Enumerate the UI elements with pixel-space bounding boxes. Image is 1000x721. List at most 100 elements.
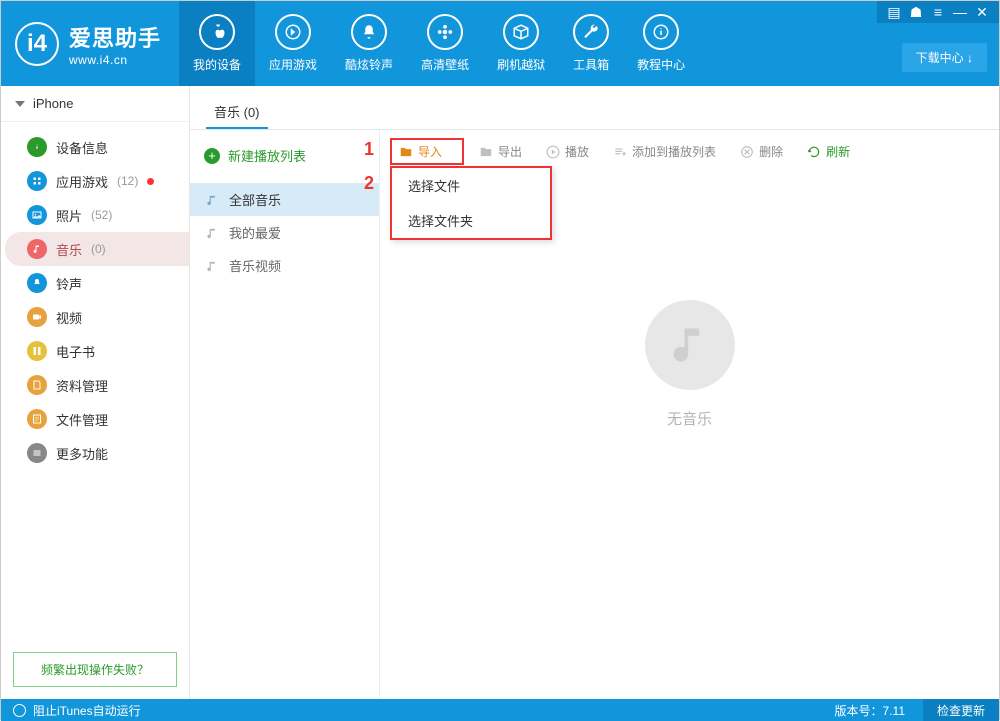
sidebar-label: 音乐 <box>56 240 82 259</box>
faq-button[interactable]: 频繁出现操作失败？ <box>13 652 177 687</box>
music-empty-icon <box>645 300 735 390</box>
empty-state: 无音乐 <box>380 300 999 429</box>
nav-flower[interactable]: 高清壁纸 <box>407 1 483 86</box>
close-button[interactable]: ✕ <box>971 4 993 21</box>
sidebar-label: 文件管理 <box>56 410 108 429</box>
nav-wrench[interactable]: 工具箱 <box>559 1 623 86</box>
song-column: 1 2 导入 导出 播放 <box>380 130 999 699</box>
refresh-button[interactable]: 刷新 <box>798 138 859 165</box>
nav-label: 我的设备 <box>193 56 241 73</box>
music-note-icon <box>204 258 220 274</box>
playlist-item[interactable]: 我的最爱 <box>190 216 379 249</box>
video-icon <box>27 307 47 327</box>
export-icon <box>479 145 493 159</box>
sidebar-item-apps[interactable]: 应用游戏 (12) <box>5 164 189 198</box>
playlist-column: + 新建播放列表 全部音乐我的最爱音乐视频 <box>190 130 380 699</box>
chat-icon[interactable]: ▤ <box>883 4 905 21</box>
sidebar-label: 更多功能 <box>56 444 108 463</box>
block-itunes-label[interactable]: 阻止iTunes自动运行 <box>33 702 141 719</box>
device-selector[interactable]: iPhone <box>1 86 189 122</box>
content: 音乐 (0) + 新建播放列表 全部音乐我的最爱音乐视频 1 2 导入 <box>190 86 999 699</box>
sidebar-item-file[interactable]: 文件管理 <box>5 402 189 436</box>
logo: i4 爱思助手 www.i4.cn <box>1 1 179 86</box>
delete-label: 删除 <box>759 143 783 160</box>
sidebar-label: 电子书 <box>56 342 95 361</box>
music-icon <box>27 239 47 259</box>
sidebar-item-music[interactable]: 音乐 (0) <box>5 232 189 266</box>
export-label: 导出 <box>498 143 522 160</box>
delete-icon <box>740 145 754 159</box>
dropdown-select-file[interactable]: 选择文件 <box>392 168 550 203</box>
flower-icon <box>427 14 463 50</box>
apple-icon <box>199 14 235 50</box>
playlist-label: 全部音乐 <box>229 190 281 209</box>
add-to-playlist-button[interactable]: 添加到播放列表 <box>604 138 725 165</box>
nav-label: 刷机越狱 <box>497 56 545 73</box>
sidebar-label: 应用游戏 <box>56 172 108 191</box>
import-icon <box>399 145 413 159</box>
sidebar-item-bell[interactable]: 铃声 <box>5 266 189 300</box>
app-header: i4 爱思助手 www.i4.cn 我的设备 应用游戏 酷炫铃声高清壁纸刷机越狱 工具… <box>1 1 999 86</box>
nav-label: 酷炫铃声 <box>345 56 393 73</box>
tab-music[interactable]: 音乐 (0) <box>206 96 268 129</box>
sidebar-item-video[interactable]: 视频 <box>5 300 189 334</box>
sidebar-item-info[interactable]: 设备信息 <box>5 130 189 164</box>
nav-label: 教程中心 <box>637 56 685 73</box>
sidebar-item-photo[interactable]: 照片 (52) <box>5 198 189 232</box>
dropdown-select-folder[interactable]: 选择文件夹 <box>392 203 550 238</box>
wrench-icon <box>573 14 609 50</box>
check-update-button[interactable]: 检查更新 <box>923 699 999 721</box>
nav-info[interactable]: 教程中心 <box>623 1 699 86</box>
logo-icon: i4 <box>15 22 59 66</box>
chevron-down-icon <box>15 101 25 107</box>
playlist-item[interactable]: 音乐视频 <box>190 249 379 282</box>
play-button[interactable]: 播放 <box>537 138 598 165</box>
shirt-icon[interactable]: ☗ <box>905 4 927 21</box>
play-label: 播放 <box>565 143 589 160</box>
sidebar-label: 视频 <box>56 308 82 327</box>
nav-box[interactable]: 刷机越狱 <box>483 1 559 86</box>
sidebar-label: 资料管理 <box>56 376 108 395</box>
sidebar-count: (12) <box>117 174 138 188</box>
menu-icon[interactable]: ≡ <box>927 4 949 20</box>
file-icon <box>27 409 47 429</box>
nav-bell[interactable]: 酷炫铃声 <box>331 1 407 86</box>
nav-label: 工具箱 <box>573 56 609 73</box>
sidebar-label: 铃声 <box>56 274 82 293</box>
box-icon <box>503 14 539 50</box>
sidebar-item-more[interactable]: 更多功能 <box>5 436 189 470</box>
music-note-icon <box>204 225 220 241</box>
block-itunes-icon[interactable] <box>13 704 26 717</box>
play-icon <box>546 145 560 159</box>
import-button[interactable]: 导入 <box>390 138 464 165</box>
sidebar-label: 设备信息 <box>56 138 108 157</box>
download-center-button[interactable]: 下载中心 ↓ <box>902 43 987 72</box>
new-playlist-button[interactable]: + 新建播放列表 <box>190 140 379 171</box>
delete-button[interactable]: 删除 <box>731 138 792 165</box>
sidebar-item-book[interactable]: 电子书 <box>5 334 189 368</box>
notification-dot <box>147 178 154 185</box>
window-controls: ▤ ☗ ≡ — ✕ <box>877 1 999 23</box>
sidebar-item-data[interactable]: 资料管理 <box>5 368 189 402</box>
sidebar-count: (0) <box>91 242 106 256</box>
book-icon <box>27 341 47 361</box>
minimize-button[interactable]: — <box>949 4 971 20</box>
sidebar: iPhone 设备信息应用游戏 (12)照片 (52)音乐 (0)铃声视频电子书… <box>1 86 190 699</box>
apps-icon <box>275 14 311 50</box>
device-name: iPhone <box>33 96 73 111</box>
nav-label: 应用游戏 <box>269 56 317 73</box>
data-icon <box>27 375 47 395</box>
export-button[interactable]: 导出 <box>470 138 531 165</box>
nav-apple[interactable]: 我的设备 <box>179 1 255 86</box>
app-subtitle: www.i4.cn <box>69 53 161 67</box>
version-label: 版本号：7.11 <box>835 702 905 719</box>
nav-apps[interactable]: 应用游戏 <box>255 1 331 86</box>
refresh-label: 刷新 <box>826 143 850 160</box>
sidebar-label: 照片 <box>56 206 82 225</box>
bell-icon <box>351 14 387 50</box>
playlist-item[interactable]: 全部音乐 <box>190 183 379 216</box>
annotation-2: 2 <box>364 174 374 192</box>
info-icon <box>27 137 47 157</box>
plus-icon: + <box>204 148 220 164</box>
app-title: 爱思助手 <box>69 21 161 53</box>
